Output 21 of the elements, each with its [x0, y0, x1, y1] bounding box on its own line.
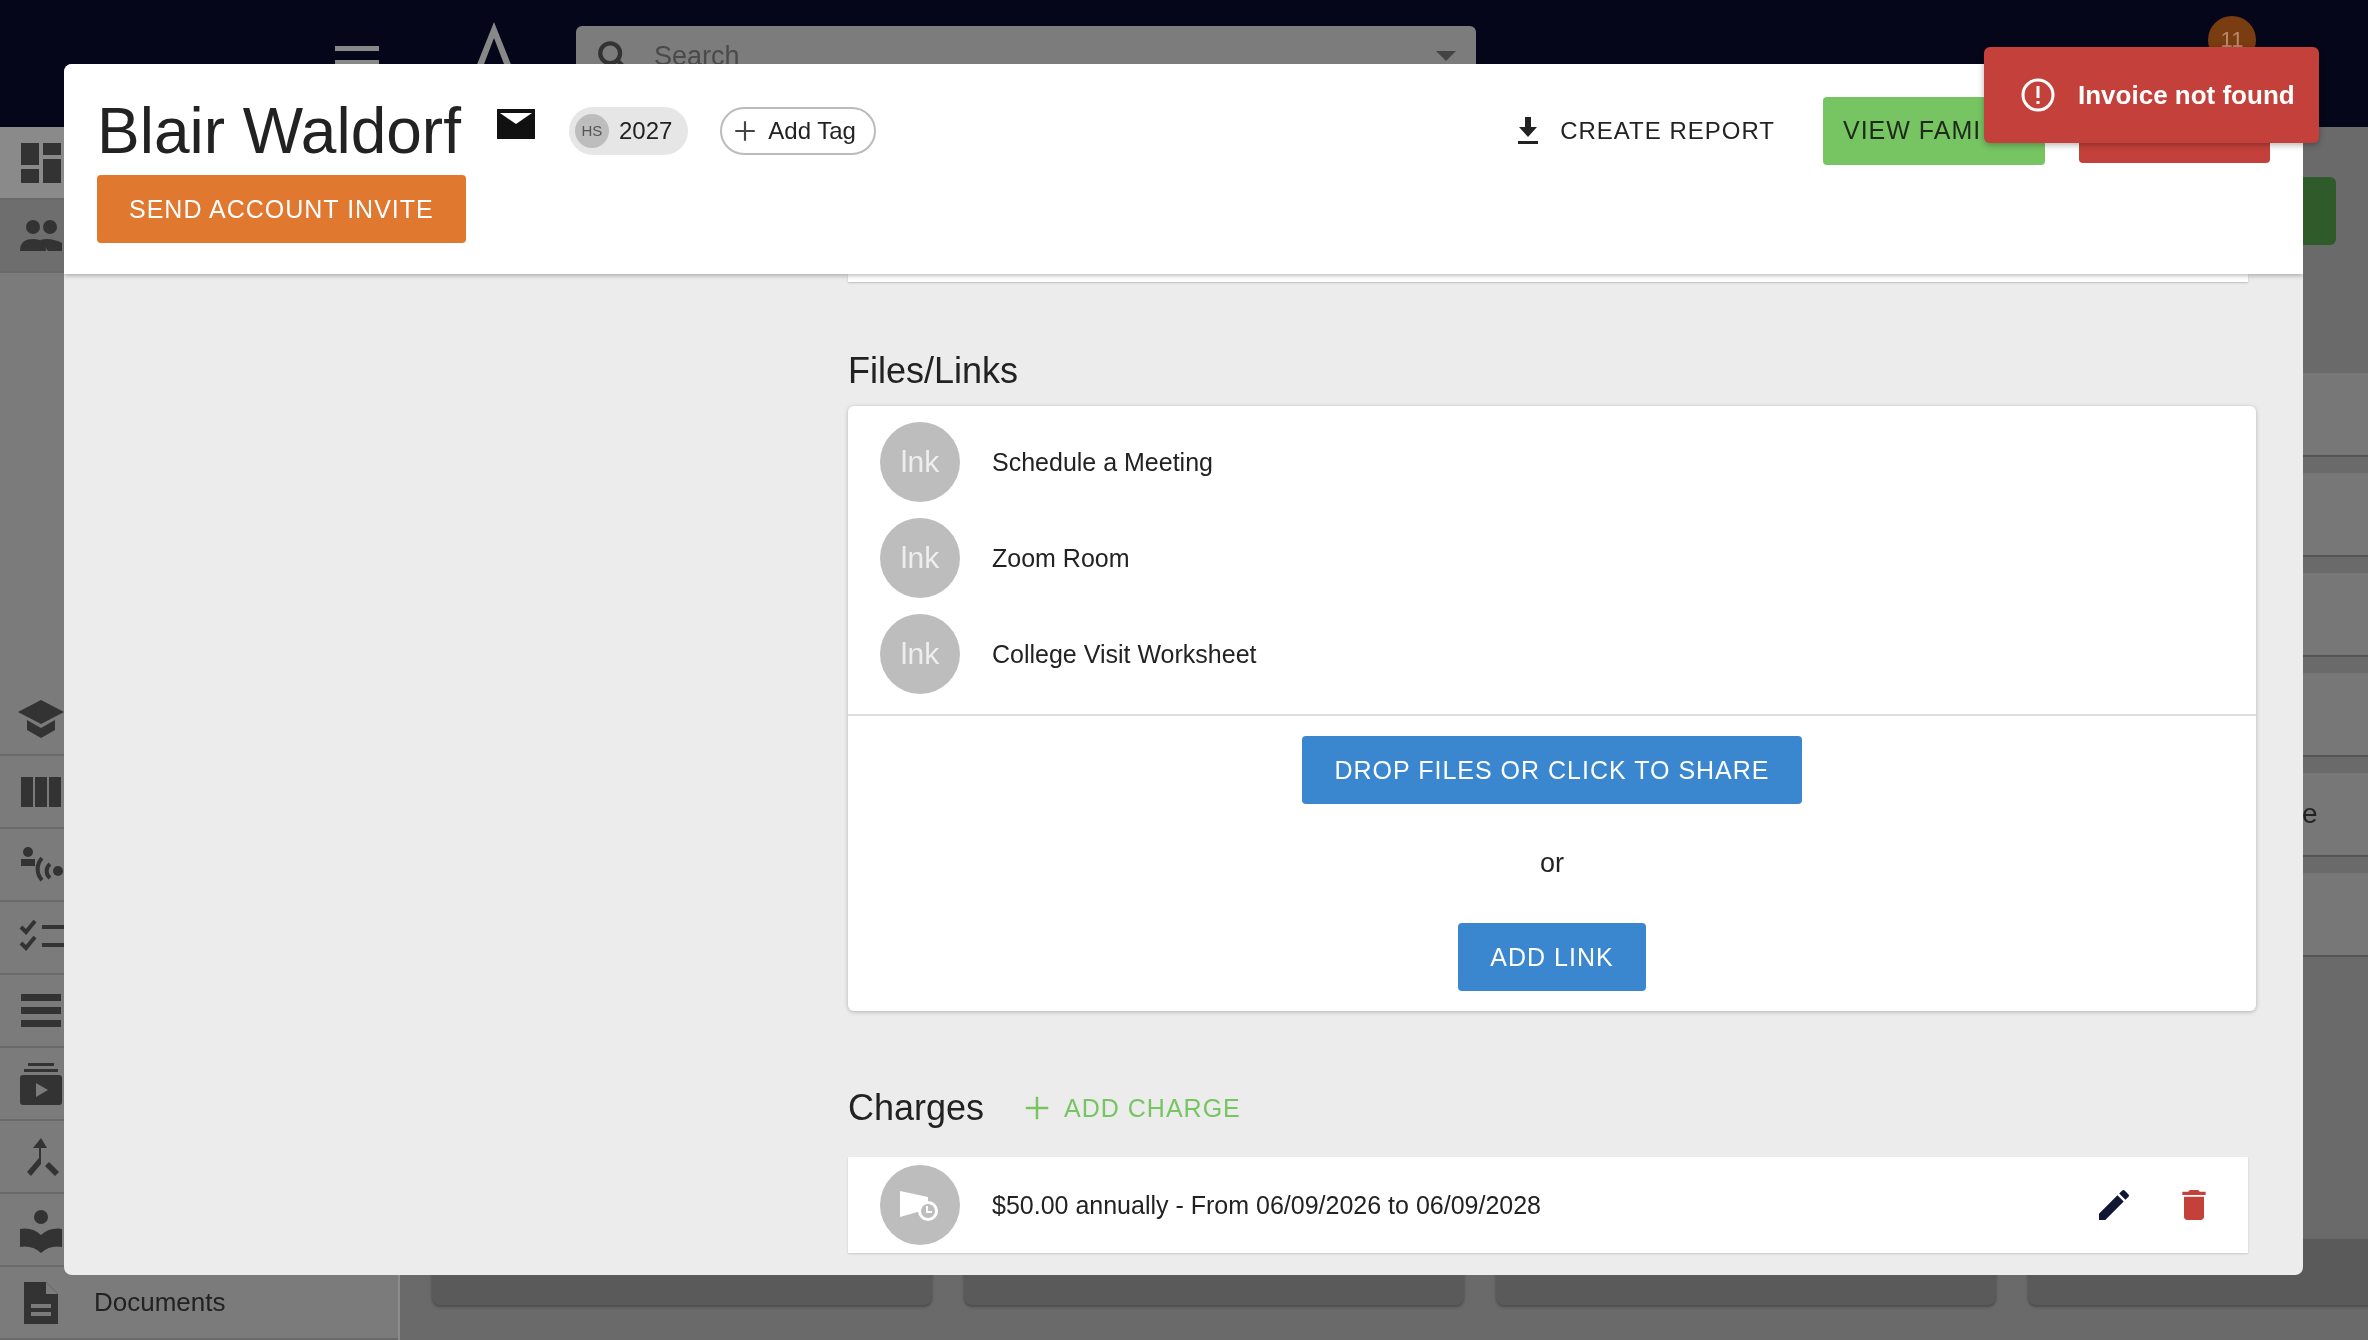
charge-description: $50.00 annually - From 06/09/2026 to 06/09/2028 [992, 1190, 1542, 1220]
video-library-icon [18, 1060, 64, 1107]
toast-message: Invoice not found [2078, 79, 2295, 111]
link[interactable]: Zoom Room [992, 543, 1130, 573]
section-heading: Files/Links [848, 350, 1020, 392]
link[interactable]: College Visit Worksheet [992, 639, 1257, 669]
upload-button[interactable]: DROP FILES OR CLICK TO SHARE [1302, 736, 1802, 804]
tag-chip[interactable]: HS 2027 [568, 106, 689, 155]
student-name: Blair Waldorf [97, 93, 461, 168]
add-tag-button[interactable]: Add Tag [720, 106, 876, 155]
alert-icon [2020, 77, 2056, 113]
link[interactable]: Schedule a Meeting [992, 447, 1213, 477]
dropdown-caret-icon [1436, 51, 1456, 61]
create-report-button[interactable]: CREATE REPORT [1510, 115, 1781, 146]
section-heading: Charges [848, 1087, 985, 1129]
add-link-button[interactable]: ADD LINK [1458, 923, 1646, 991]
tag-avatar: HS [574, 113, 609, 148]
mail-icon[interactable] [496, 108, 535, 139]
download-icon [1516, 116, 1541, 145]
tag-label: 2027 [618, 116, 673, 145]
separator-text: or [1540, 848, 1564, 879]
